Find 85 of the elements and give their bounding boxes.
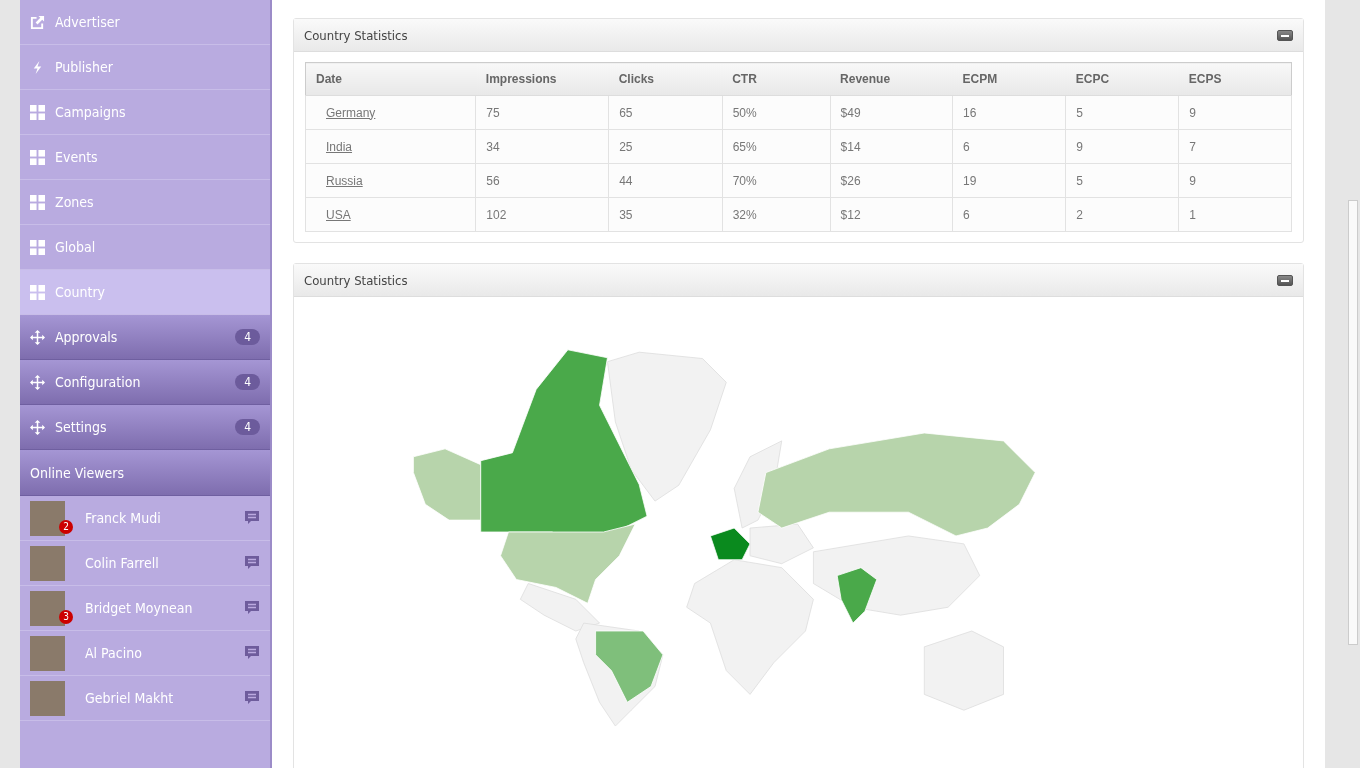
table-cell: 16 <box>952 95 1066 130</box>
table-cell: 2 <box>1065 197 1179 232</box>
count-badge: 4 <box>235 374 260 390</box>
table-cell: 75 <box>475 95 609 130</box>
sidebar-item[interactable]: Zones <box>20 180 270 225</box>
move-arrows-icon <box>30 374 45 390</box>
viewer-name[interactable]: Gebriel Makht <box>85 690 244 706</box>
count-badge: 4 <box>235 329 260 345</box>
avatar-placeholder <box>30 545 65 581</box>
table-cell: 9 <box>1065 129 1179 164</box>
viewer-name[interactable]: Al Pacino <box>85 645 244 661</box>
column-header: Date <box>305 62 476 96</box>
viewer-name[interactable]: Colin Farrell <box>85 555 244 571</box>
avatar-placeholder <box>30 635 65 671</box>
sidebar-item[interactable]: Campaigns <box>20 90 270 135</box>
grid-icon <box>30 104 45 120</box>
panel-title: Country Statistics <box>304 272 408 288</box>
sidebar-item[interactable]: Configuration 4 <box>20 360 270 405</box>
grid-icon <box>30 194 45 210</box>
table-cell: 5 <box>1065 95 1179 130</box>
sidebar-item[interactable]: Events <box>20 135 270 180</box>
sidebar-item[interactable]: Publisher <box>20 45 270 90</box>
country-link[interactable]: Germany <box>326 105 376 120</box>
table-cell: $14 <box>830 129 953 164</box>
sidebar-item[interactable]: Settings 4 <box>20 405 270 450</box>
notification-badge: 3 <box>59 610 73 624</box>
table-cell: 6 <box>952 197 1066 232</box>
table-cell: 9 <box>1178 95 1292 130</box>
table-cell: 19 <box>952 163 1066 198</box>
section-header: Online Viewers <box>20 450 270 496</box>
sidebar-item[interactable]: Approvals 4 <box>20 315 270 360</box>
table-cell: 6 <box>952 129 1066 164</box>
table-cell: 65% <box>722 129 831 164</box>
table-cell: 50% <box>722 95 831 130</box>
count-badge: 4 <box>235 419 260 435</box>
country-link[interactable]: Russia <box>326 173 363 188</box>
column-header: ECPM <box>952 62 1066 96</box>
sidebar-item[interactable]: Advertiser <box>20 0 270 45</box>
external-link-icon <box>30 14 45 30</box>
table-cell: 44 <box>608 163 723 198</box>
table-cell: $12 <box>830 197 953 232</box>
column-header: Revenue <box>830 62 953 96</box>
country-link[interactable]: India <box>326 139 353 154</box>
avatar-placeholder <box>30 500 65 536</box>
table-cell: 7 <box>1178 129 1292 164</box>
chat-icon[interactable] <box>244 510 260 526</box>
column-header: ECPS <box>1178 62 1292 96</box>
table-cell: 1 <box>1178 197 1292 232</box>
table-cell: 65 <box>608 95 723 130</box>
scrollbar-thumb[interactable] <box>1348 200 1358 645</box>
table-cell: $49 <box>830 95 953 130</box>
move-arrows-icon <box>30 419 45 435</box>
chat-icon[interactable] <box>244 690 260 706</box>
panel-title: Country Statistics <box>304 27 408 43</box>
viewer-name[interactable]: Bridget Moynean <box>85 600 244 616</box>
collapse-button[interactable] <box>1277 29 1293 41</box>
chat-icon[interactable] <box>244 600 260 616</box>
collapse-button[interactable] <box>1277 274 1293 286</box>
table-cell: $26 <box>830 163 953 198</box>
notification-badge: 2 <box>59 520 73 534</box>
avatar-placeholder <box>30 680 65 716</box>
scrollbar[interactable] <box>1325 0 1360 768</box>
move-arrows-icon <box>30 329 45 345</box>
avatar-placeholder <box>30 590 65 626</box>
chat-icon[interactable] <box>244 645 260 661</box>
column-header: CTR <box>722 62 831 96</box>
table-cell: 70% <box>722 163 831 198</box>
table-cell: 34 <box>475 129 609 164</box>
sidebar-item[interactable]: Country <box>20 270 270 315</box>
table-cell: 56 <box>475 163 609 198</box>
table-cell: 9 <box>1178 163 1292 198</box>
table-cell: 5 <box>1065 163 1179 198</box>
table-cell: 35 <box>608 197 723 232</box>
chat-icon[interactable] <box>244 555 260 571</box>
column-header: Impressions <box>475 62 609 96</box>
table-cell: 25 <box>608 129 723 164</box>
grid-icon <box>30 239 45 255</box>
grid-icon <box>30 149 45 165</box>
viewer-name[interactable]: Franck Mudi <box>85 510 244 526</box>
grid-icon <box>30 284 45 300</box>
table-cell: 32% <box>722 197 831 232</box>
table-cell: 102 <box>475 197 609 232</box>
column-header: ECPC <box>1065 62 1179 96</box>
column-header: Clicks <box>608 62 723 96</box>
country-link[interactable]: USA <box>326 207 351 222</box>
